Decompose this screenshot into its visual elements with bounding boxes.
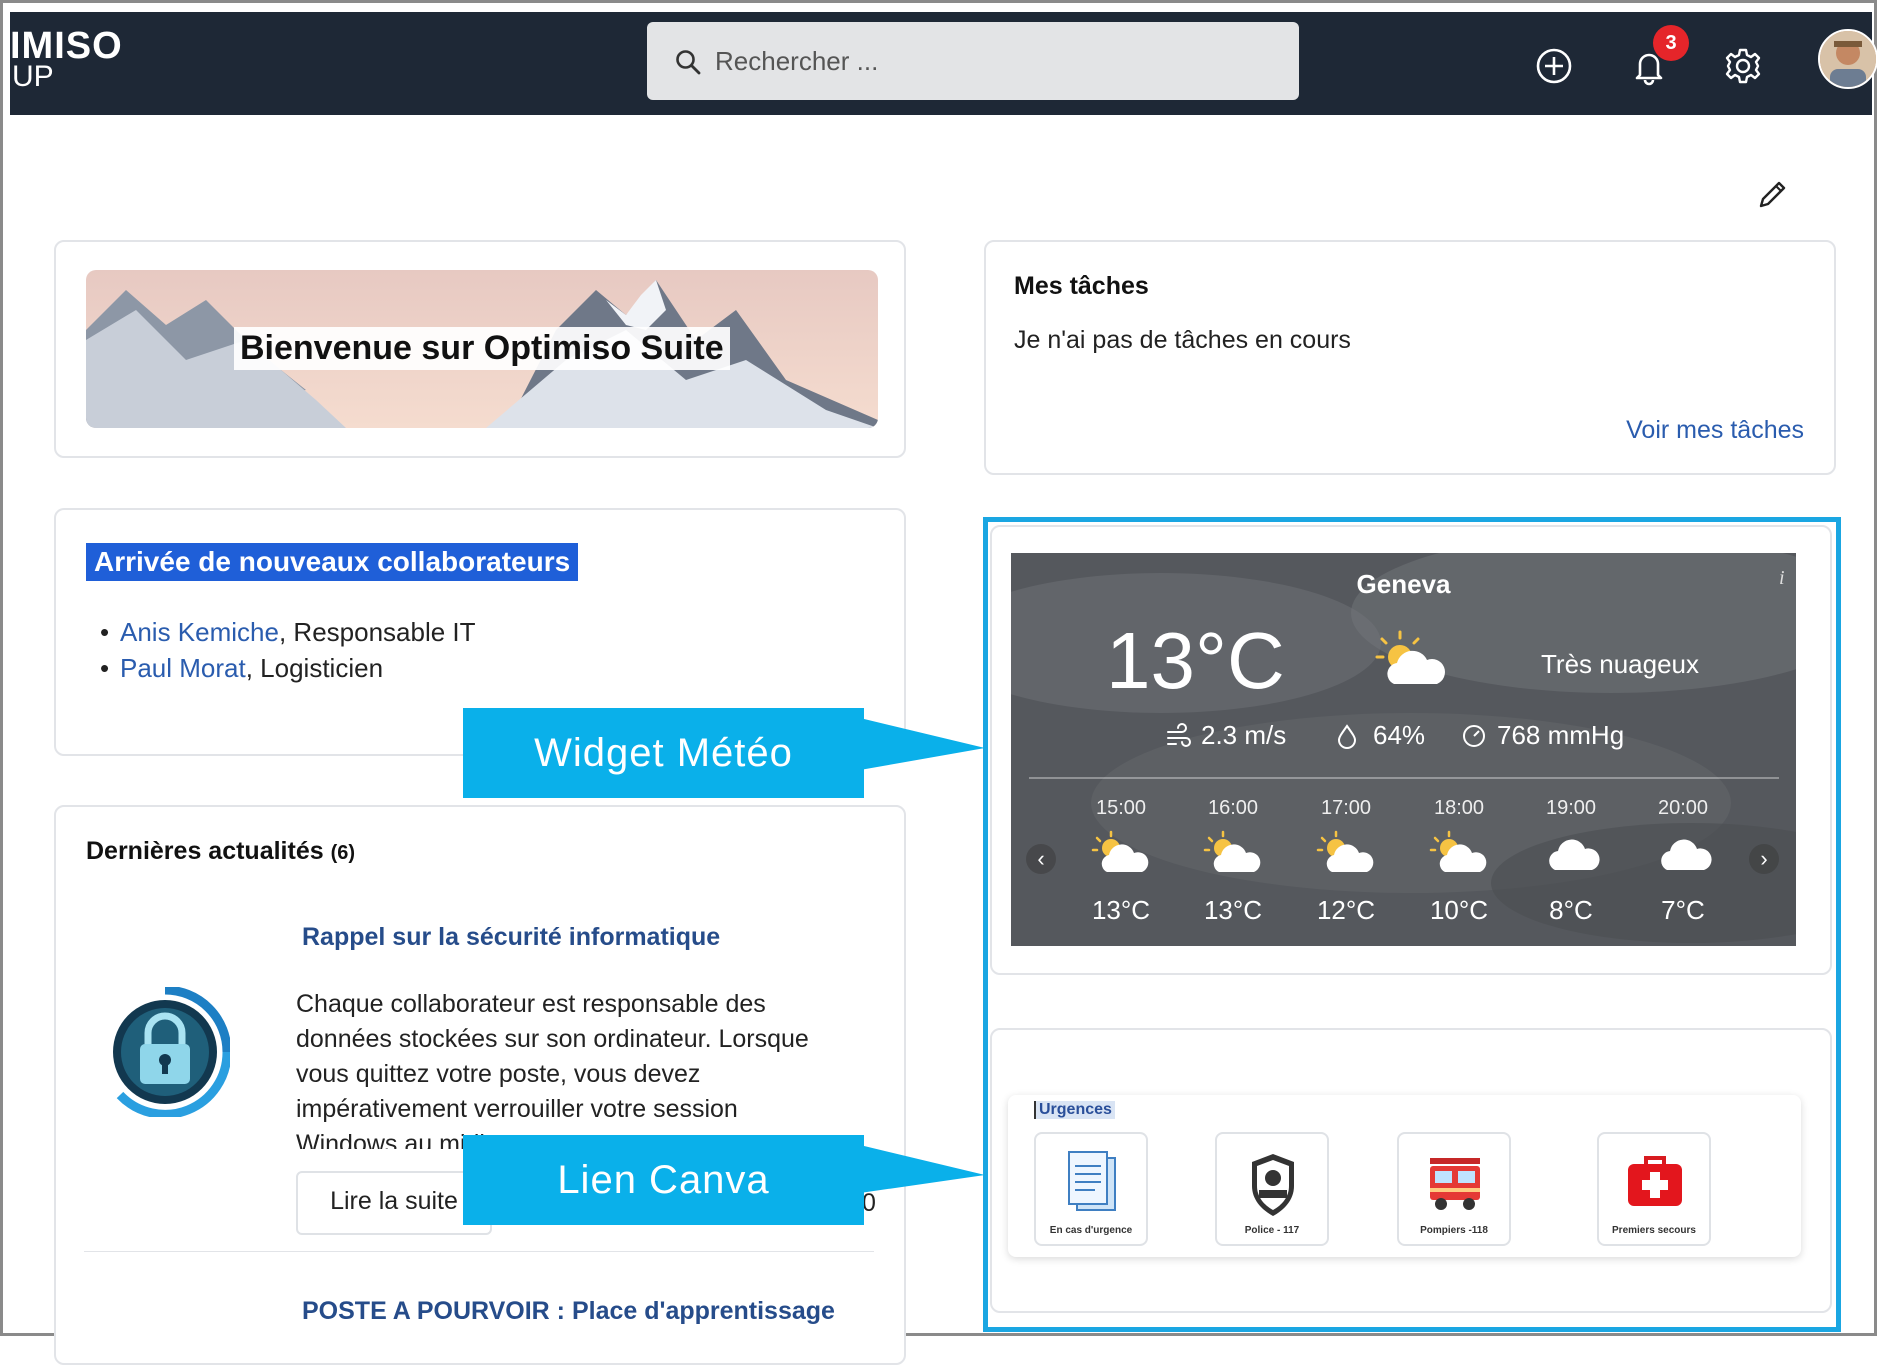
news-divider bbox=[84, 1251, 874, 1252]
canva-callout: Lien Canva bbox=[463, 1135, 864, 1225]
view-tasks-link[interactable]: Voir mes tâches bbox=[1626, 416, 1804, 445]
notification-badge: 3 bbox=[1653, 25, 1689, 61]
callout-pointer bbox=[860, 718, 985, 770]
lock-icon bbox=[103, 987, 230, 1117]
news-card: Dernières actualités (6) Rappel sur la s… bbox=[54, 805, 906, 1365]
tasks-empty-text: Je n'ai pas de tâches en cours bbox=[1014, 326, 1351, 354]
list-item: Anis Kemiche, Responsable IT bbox=[100, 614, 476, 650]
search-input[interactable]: Rechercher ... bbox=[647, 22, 1299, 100]
search-icon bbox=[676, 50, 701, 75]
collaborator-link[interactable]: Paul Morat bbox=[120, 653, 246, 683]
arrivals-title: Arrivée de nouveaux collaborateurs bbox=[86, 543, 579, 581]
tasks-card: Mes tâches Je n'ai pas de tâches en cour… bbox=[984, 240, 1836, 475]
news-title-text: Dernières actualités bbox=[86, 837, 324, 865]
mountain-banner: Bienvenue sur Optimiso Suite bbox=[86, 270, 878, 428]
top-bar: IMISO UP Rechercher ... 3 bbox=[10, 12, 1877, 115]
news-count: (6) bbox=[330, 842, 356, 864]
news-item-title-2[interactable]: POSTE A POURVOIR : Place d'apprentissage bbox=[302, 1297, 835, 1326]
annotation-highlight-box bbox=[983, 517, 1841, 1332]
news-title: Dernières actualités (6) bbox=[86, 837, 355, 866]
search-placeholder: Rechercher ... bbox=[715, 46, 879, 76]
collaborator-role: , Responsable IT bbox=[278, 617, 476, 647]
add-icon[interactable] bbox=[1533, 45, 1575, 87]
weather-callout: Widget Météo bbox=[463, 708, 864, 798]
arrivals-list: Anis Kemiche, Responsable IT Paul Morat,… bbox=[100, 614, 476, 686]
gear-icon[interactable] bbox=[1722, 45, 1764, 87]
list-item: Paul Morat, Logisticien bbox=[100, 650, 476, 686]
welcome-card: Bienvenue sur Optimiso Suite bbox=[54, 240, 906, 458]
collaborator-role: , Logisticien bbox=[245, 653, 384, 683]
collaborator-link[interactable]: Anis Kemiche bbox=[120, 617, 279, 647]
avatar-photo bbox=[1820, 31, 1876, 87]
news-item-text: Chaque collaborateur est responsable des… bbox=[296, 990, 809, 1149]
callout-pointer bbox=[860, 1145, 985, 1193]
edit-icon[interactable] bbox=[1755, 178, 1789, 212]
user-avatar[interactable] bbox=[1818, 29, 1877, 89]
logo-subtext: UP bbox=[12, 60, 54, 93]
banner-title: Bienvenue sur Optimiso Suite bbox=[234, 327, 730, 370]
tasks-title: Mes tâches bbox=[1014, 272, 1149, 300]
news-item-title[interactable]: Rappel sur la sécurité informatique bbox=[302, 923, 720, 952]
